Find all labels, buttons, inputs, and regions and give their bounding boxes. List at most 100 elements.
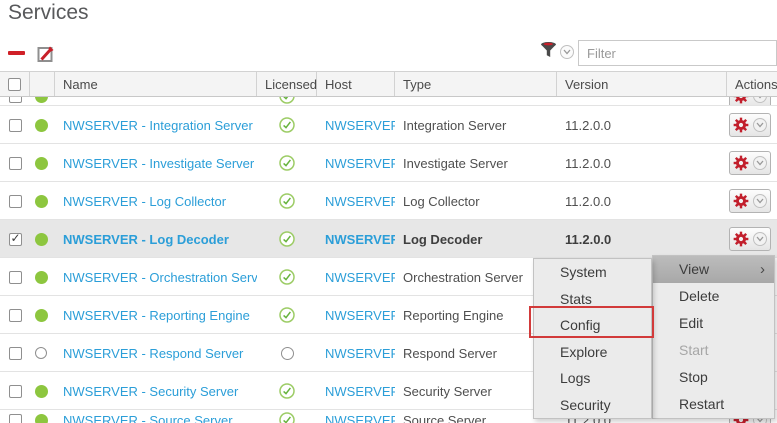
actions-chevron-icon[interactable] — [753, 156, 767, 170]
row-checkbox-cell — [0, 372, 30, 410]
table-row[interactable]: NWSERVER - Log Decoder NWSERVER Log Deco… — [0, 220, 777, 258]
licensed-icon — [279, 307, 295, 323]
edit-service-button[interactable] — [36, 44, 56, 64]
row-name-cell: NWSERVER - Source Server — [55, 410, 257, 423]
menu-item-label: System — [560, 264, 607, 280]
menu-item-config[interactable]: Config› — [534, 312, 651, 339]
actions-gear-button[interactable] — [729, 189, 771, 213]
select-all-checkbox[interactable] — [8, 78, 21, 91]
unlicensed-circle-icon — [281, 347, 294, 360]
actions-context-menu: View› Delete› Edit› Start› Stop› Restart… — [652, 255, 775, 419]
host-link[interactable]: NWSERVER — [325, 156, 395, 171]
service-name-link[interactable]: NWSERVER - Source Server — [63, 413, 233, 423]
row-actions-cell — [727, 97, 777, 106]
menu-item-stats[interactable]: Stats› — [534, 286, 651, 313]
row-checkbox[interactable] — [9, 233, 22, 246]
column-header-host[interactable]: Host — [317, 72, 395, 96]
column-header-type[interactable]: Type — [395, 72, 557, 96]
actions-gear-button[interactable] — [729, 113, 771, 137]
actions-gear-button[interactable] — [729, 151, 771, 175]
actions-gear-button[interactable] — [729, 97, 771, 106]
row-host-cell: NWSERVER — [317, 106, 395, 144]
actions-chevron-icon[interactable] — [753, 194, 767, 208]
table-row[interactable]: NWSERVER - Log Collector NWSERVER Log Co… — [0, 182, 777, 220]
row-status-cell — [30, 144, 55, 182]
menu-item-edit[interactable]: Edit› — [653, 310, 774, 337]
actions-chevron-icon[interactable] — [753, 97, 767, 103]
services-page: Services Name Licensed Host Type Version… — [0, 0, 777, 423]
menu-item-explore[interactable]: Explore› — [534, 339, 651, 366]
row-licensed-cell — [257, 182, 317, 220]
menu-item-delete[interactable]: Delete› — [653, 283, 774, 310]
row-licensed-cell — [257, 410, 317, 423]
filter-options-chevron-icon[interactable] — [560, 45, 574, 59]
licensed-icon — [281, 347, 294, 360]
row-host-cell: NWSERVER — [317, 220, 395, 258]
service-name-link[interactable]: NWSERVER - Orchestration Server — [63, 270, 257, 285]
host-link[interactable]: NWSERVER — [325, 118, 395, 133]
host-link[interactable]: NWSERVER — [325, 308, 395, 323]
actions-chevron-icon[interactable] — [753, 232, 767, 246]
menu-item-label: View — [679, 261, 709, 277]
licensed-icon — [279, 412, 295, 423]
column-header-name[interactable]: Name — [55, 72, 257, 96]
row-checkbox[interactable] — [9, 97, 22, 103]
row-name-cell: NWSERVER - Security Server — [55, 372, 257, 410]
remove-service-button[interactable] — [8, 51, 25, 55]
row-checkbox[interactable] — [9, 195, 22, 208]
row-checkbox[interactable] — [9, 157, 22, 170]
row-checkbox[interactable] — [9, 347, 22, 360]
licensed-check-icon — [279, 155, 295, 171]
host-link[interactable]: NWSERVER — [325, 270, 395, 285]
service-name-link[interactable]: NWSERVER - Log Collector — [63, 194, 226, 209]
menu-item-view[interactable]: View› — [653, 256, 774, 283]
menu-item-label: Config — [560, 317, 600, 333]
row-version-cell: 11.2.0.0 — [557, 220, 727, 258]
menu-item-start[interactable]: Start› — [653, 337, 774, 364]
menu-item-security[interactable]: Security› — [534, 392, 651, 419]
column-header-version[interactable]: Version — [557, 72, 727, 96]
actions-chevron-icon[interactable] — [753, 118, 767, 132]
row-name-cell: NWSERVER - Integration Server — [55, 106, 257, 144]
row-checkbox-cell — [0, 410, 30, 423]
service-type-text: Log Collector — [403, 194, 480, 209]
menu-item-restart[interactable]: Restart› — [653, 391, 774, 418]
row-checkbox[interactable] — [9, 414, 22, 423]
row-actions-cell — [727, 220, 777, 258]
menu-item-logs[interactable]: Logs› — [534, 365, 651, 392]
row-type-cell: Log Collector — [395, 182, 557, 220]
row-licensed-cell — [257, 106, 317, 144]
row-checkbox[interactable] — [9, 271, 22, 284]
row-checkbox-cell — [0, 296, 30, 334]
licensed-icon — [279, 231, 295, 247]
service-version-text: 11.2.0.0 — [565, 232, 611, 247]
table-row[interactable] — [0, 97, 777, 106]
filter-funnel-icon[interactable] — [540, 41, 557, 60]
service-name-link[interactable]: NWSERVER - Respond Server — [63, 346, 243, 361]
menu-item-stop[interactable]: Stop› — [653, 364, 774, 391]
table-row[interactable]: NWSERVER - Investigate Server NWSERVER I… — [0, 144, 777, 182]
host-link[interactable]: NWSERVER — [325, 413, 395, 423]
row-name-cell: NWSERVER - Log Collector — [55, 182, 257, 220]
filter-input[interactable] — [578, 40, 777, 66]
row-actions-cell — [727, 144, 777, 182]
table-row[interactable]: NWSERVER - Integration Server NWSERVER I… — [0, 106, 777, 144]
column-header-licensed[interactable]: Licensed — [257, 72, 317, 96]
menu-item-system[interactable]: System› — [534, 259, 651, 286]
host-link[interactable]: NWSERVER — [325, 194, 395, 209]
row-checkbox[interactable] — [9, 385, 22, 398]
column-header-status — [30, 72, 55, 96]
service-name-link[interactable]: NWSERVER - Integration Server — [63, 118, 253, 133]
service-name-link[interactable]: NWSERVER - Reporting Engine — [63, 308, 250, 323]
host-link[interactable]: NWSERVER — [325, 232, 395, 247]
service-name-link[interactable]: NWSERVER - Log Decoder — [63, 232, 229, 247]
host-link[interactable]: NWSERVER — [325, 384, 395, 399]
actions-gear-button[interactable] — [729, 227, 771, 251]
service-name-link[interactable]: NWSERVER - Investigate Server — [63, 156, 254, 171]
row-actions-cell — [727, 182, 777, 220]
service-name-link[interactable]: NWSERVER - Security Server — [63, 384, 238, 399]
row-checkbox[interactable] — [9, 309, 22, 322]
row-status-cell — [30, 106, 55, 144]
row-checkbox[interactable] — [9, 119, 22, 132]
host-link[interactable]: NWSERVER — [325, 346, 395, 361]
